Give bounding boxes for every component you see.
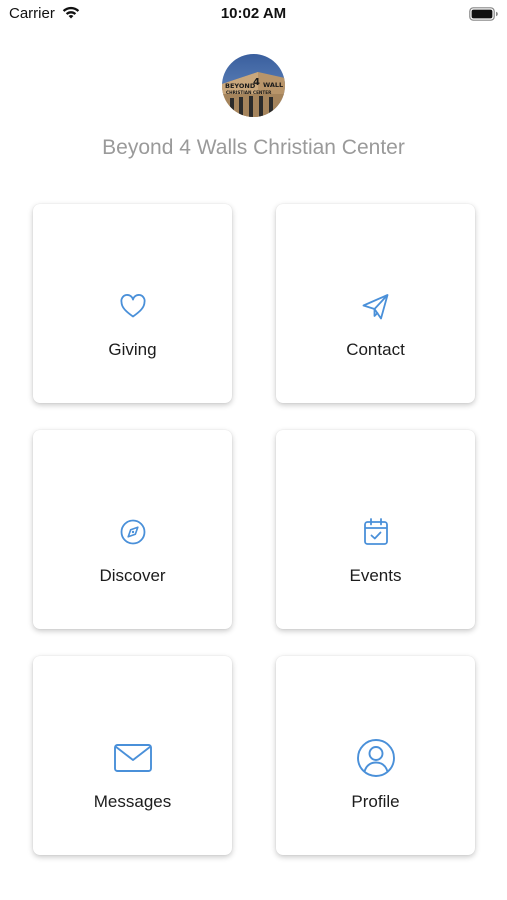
discover-label: Discover — [99, 566, 166, 585]
contact-tile[interactable]: Contact — [276, 204, 475, 403]
messages-label: Messages — [93, 792, 172, 811]
discover-tile[interactable]: Discover — [33, 430, 232, 629]
events-label: Events — [349, 566, 402, 585]
organization-name: Beyond 4 Walls Christian Center — [102, 136, 405, 159]
paper-plane-icon — [276, 292, 475, 322]
svg-text:WALL: WALL — [263, 81, 283, 89]
church-avatar: BEYOND 4 WALL CHRISTIAN CENTER — [222, 54, 285, 117]
battery-icon — [469, 7, 499, 26]
envelope-icon — [33, 742, 232, 774]
events-tile[interactable]: Events — [276, 430, 475, 629]
home-screen: Carrier 10:02 AM BEYOND 4 WALL CHRISTIAN… — [0, 0, 507, 900]
contact-label: Contact — [346, 340, 405, 359]
profile-label: Profile — [351, 792, 400, 811]
giving-tile[interactable]: Giving — [33, 204, 232, 403]
calendar-check-icon — [276, 517, 475, 547]
svg-text:BEYOND: BEYOND — [225, 82, 256, 90]
profile-tile[interactable]: Profile — [276, 656, 475, 855]
clock: 10:02 AM — [220, 5, 287, 22]
giving-label: Giving — [108, 340, 157, 359]
heart-icon — [33, 293, 232, 319]
messages-tile[interactable]: Messages — [33, 656, 232, 855]
svg-text:4: 4 — [253, 77, 260, 88]
compass-icon — [33, 518, 232, 546]
status-bar: Carrier 10:02 AM — [0, 0, 507, 30]
svg-text:CHRISTIAN CENTER: CHRISTIAN CENTER — [226, 90, 272, 95]
user-circle-icon — [276, 738, 475, 778]
